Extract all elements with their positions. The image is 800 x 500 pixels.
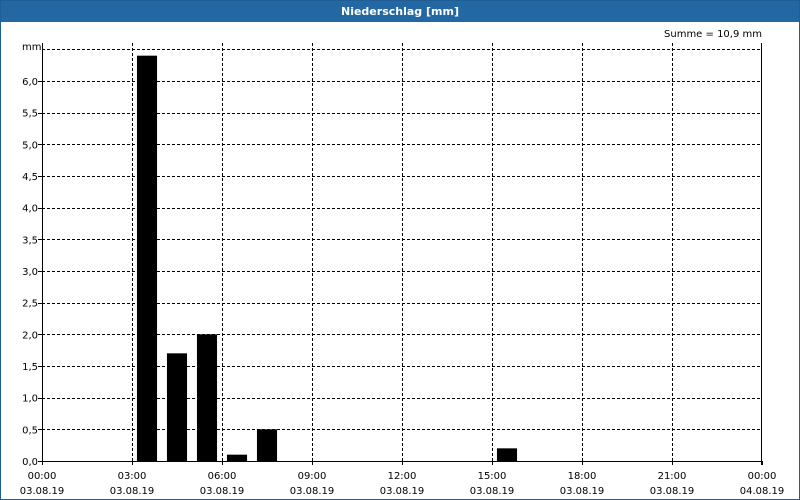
x-tick-time-label: 21:00 [658, 471, 687, 482]
bar [256, 429, 278, 461]
y-tick-label: 2,0 [22, 330, 38, 341]
x-tick-date-label: 04.08.19 [740, 486, 785, 497]
bars-group [136, 55, 518, 462]
x-tick-date-label: 03.08.19 [110, 486, 155, 497]
y-tick-labels: 0,0 0,5 1,0 1,5 2,0 2,5 3,0 3,5 4,0 4,5 5,0 5,5 6,0 [22, 77, 42, 468]
bar [496, 448, 518, 461]
y-tick-label: 5,0 [22, 140, 38, 151]
x-tick-time-label: 00:00 [748, 471, 777, 482]
x-tick-date-label: 03.08.19 [290, 486, 335, 497]
bar [166, 353, 188, 461]
y-axis-unit-label: mm [22, 42, 41, 53]
x-tick-time-label: 18:00 [568, 471, 597, 482]
x-tick-labels: 00:00 03.08.19 03:00 03.08.19 06:00 03.08.19 0… [20, 461, 785, 497]
x-tick-time-label: 00:00 [28, 471, 57, 482]
x-tick-time-label: 12:00 [388, 471, 417, 482]
y-tick-label: 0,5 [22, 425, 38, 436]
bar [226, 454, 248, 461]
y-tick-label: 1,0 [22, 394, 38, 405]
y-tick-label: 3,0 [22, 267, 38, 278]
bar [136, 55, 158, 462]
y-tick-label: 6,0 [22, 77, 38, 88]
x-tick-time-label: 09:00 [298, 471, 327, 482]
x-tick-time-label: 03:00 [118, 471, 147, 482]
x-tick-date-label: 03.08.19 [380, 486, 425, 497]
x-tick-date-label: 03.08.19 [200, 486, 245, 497]
y-tick-label: 4,5 [22, 172, 38, 183]
x-tick-time-label: 06:00 [208, 471, 237, 482]
y-tick-label: 5,5 [22, 109, 38, 120]
x-tick-date-label: 03.08.19 [20, 486, 65, 497]
x-tick-date-label: 03.08.19 [650, 486, 695, 497]
sum-annotation: Summe = 10,9 mm [664, 29, 762, 40]
x-tick-date-label: 03.08.19 [560, 486, 605, 497]
x-tick-time-label: 15:00 [478, 471, 507, 482]
y-tick-label: 3,5 [22, 235, 38, 246]
y-tick-label: 0,0 [22, 457, 38, 468]
y-tick-label: 2,5 [22, 299, 38, 310]
precipitation-chart: mm Summe = 10,9 mm 0,0 0,5 1,0 1,5 2,0 2,5 3,0… [20, 29, 785, 497]
y-tick-label: 1,5 [22, 362, 38, 373]
bar [196, 334, 218, 461]
y-tick-label: 4,0 [22, 204, 38, 215]
x-tick-date-label: 03.08.19 [470, 486, 515, 497]
